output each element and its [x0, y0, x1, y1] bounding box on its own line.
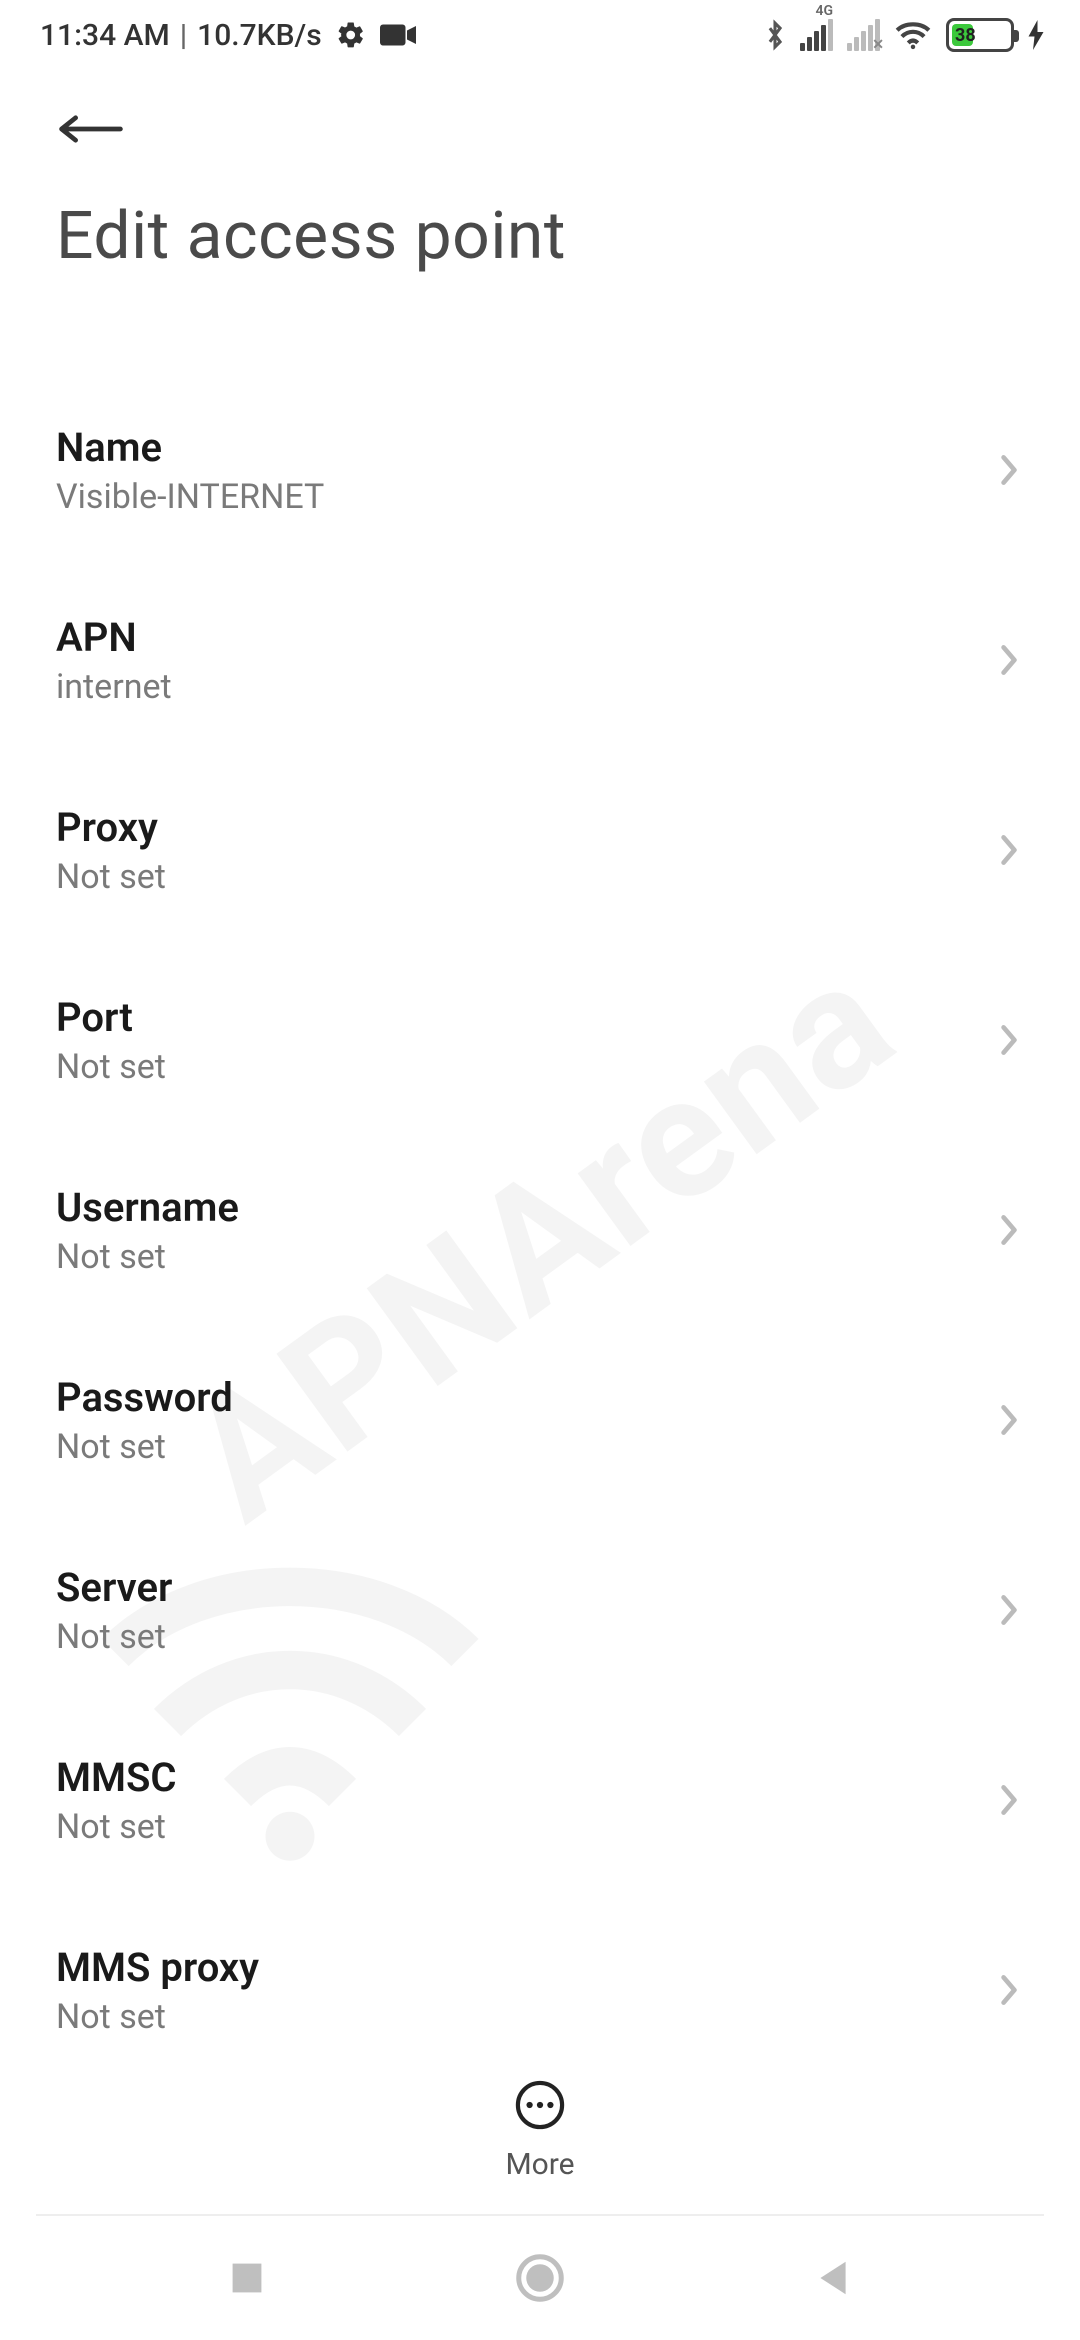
nav-back-button[interactable]: [803, 2248, 863, 2308]
charging-icon: [1028, 20, 1044, 50]
setting-row-port[interactable]: Port Not set: [0, 945, 1080, 1135]
status-time: 11:34 AM: [40, 18, 170, 53]
header-back-row: [0, 70, 1080, 164]
setting-value: Not set: [56, 857, 166, 897]
setting-row-name[interactable]: Name Visible-INTERNET: [0, 375, 1080, 565]
page-title: Edit access point: [0, 164, 1080, 275]
camera-icon: [380, 22, 416, 48]
setting-row-mms-proxy[interactable]: MMS proxy Not set: [0, 1895, 1080, 2040]
setting-value: Not set: [56, 1617, 172, 1657]
chevron-right-icon: [994, 1975, 1024, 2005]
chevron-right-icon: [994, 1215, 1024, 1245]
chevron-right-icon: [994, 455, 1024, 485]
more-label: More: [505, 2147, 574, 2182]
chevron-right-icon: [994, 1595, 1024, 1625]
setting-value: Not set: [56, 1427, 233, 1467]
navigation-bar: [0, 2216, 1080, 2340]
setting-label: Proxy: [56, 804, 166, 851]
settings-list: Name Visible-INTERNET APN internet Proxy…: [0, 275, 1080, 2040]
setting-value: Not set: [56, 1807, 177, 1847]
chevron-right-icon: [994, 1785, 1024, 1815]
chevron-right-icon: [994, 1405, 1024, 1435]
gear-icon: [336, 20, 366, 50]
setting-value: Not set: [56, 1047, 166, 1087]
setting-value: internet: [56, 667, 172, 707]
status-bar: 11:34 AM | 10.7KB/s 4G ✕ 38: [0, 0, 1080, 70]
setting-value: Not set: [56, 1997, 259, 2037]
setting-row-apn[interactable]: APN internet: [0, 565, 1080, 755]
setting-label: Name: [56, 424, 324, 471]
setting-label: Username: [56, 1184, 239, 1231]
setting-label: MMSC: [56, 1754, 177, 1801]
status-net-speed: 10.7KB/s: [197, 18, 322, 53]
chevron-right-icon: [994, 1025, 1024, 1055]
chevron-right-icon: [994, 835, 1024, 865]
setting-value: Visible-INTERNET: [56, 477, 324, 517]
setting-row-username[interactable]: Username Not set: [0, 1135, 1080, 1325]
more-icon: [514, 2079, 566, 2131]
setting-label: MMS proxy: [56, 1944, 259, 1991]
setting-label: Server: [56, 1564, 172, 1611]
nav-recents-button[interactable]: [217, 2248, 277, 2308]
setting-label: Port: [56, 994, 166, 1041]
setting-row-password[interactable]: Password Not set: [0, 1325, 1080, 1515]
chevron-right-icon: [994, 645, 1024, 675]
signal-sim1: 4G: [800, 19, 833, 51]
more-button[interactable]: More: [0, 2079, 1080, 2182]
nav-home-button[interactable]: [510, 2248, 570, 2308]
battery-percent: 38: [955, 25, 976, 46]
status-divider: |: [180, 18, 187, 53]
setting-row-proxy[interactable]: Proxy Not set: [0, 755, 1080, 945]
setting-row-server[interactable]: Server Not set: [0, 1515, 1080, 1705]
setting-value: Not set: [56, 1237, 239, 1277]
status-right: 4G ✕ 38: [764, 18, 1044, 52]
setting-label: APN: [56, 614, 172, 661]
no-signal-x-icon: ✕: [872, 37, 884, 53]
wifi-icon: [894, 20, 932, 50]
signal-sim2: ✕: [847, 19, 880, 51]
network-type: 4G: [815, 3, 833, 19]
back-button[interactable]: [56, 104, 126, 154]
setting-row-mmsc[interactable]: MMSC Not set: [0, 1705, 1080, 1895]
status-left: 11:34 AM | 10.7KB/s: [40, 18, 416, 53]
battery-icon: 38: [946, 18, 1014, 52]
setting-label: Password: [56, 1374, 233, 1421]
bluetooth-icon: [764, 18, 786, 52]
